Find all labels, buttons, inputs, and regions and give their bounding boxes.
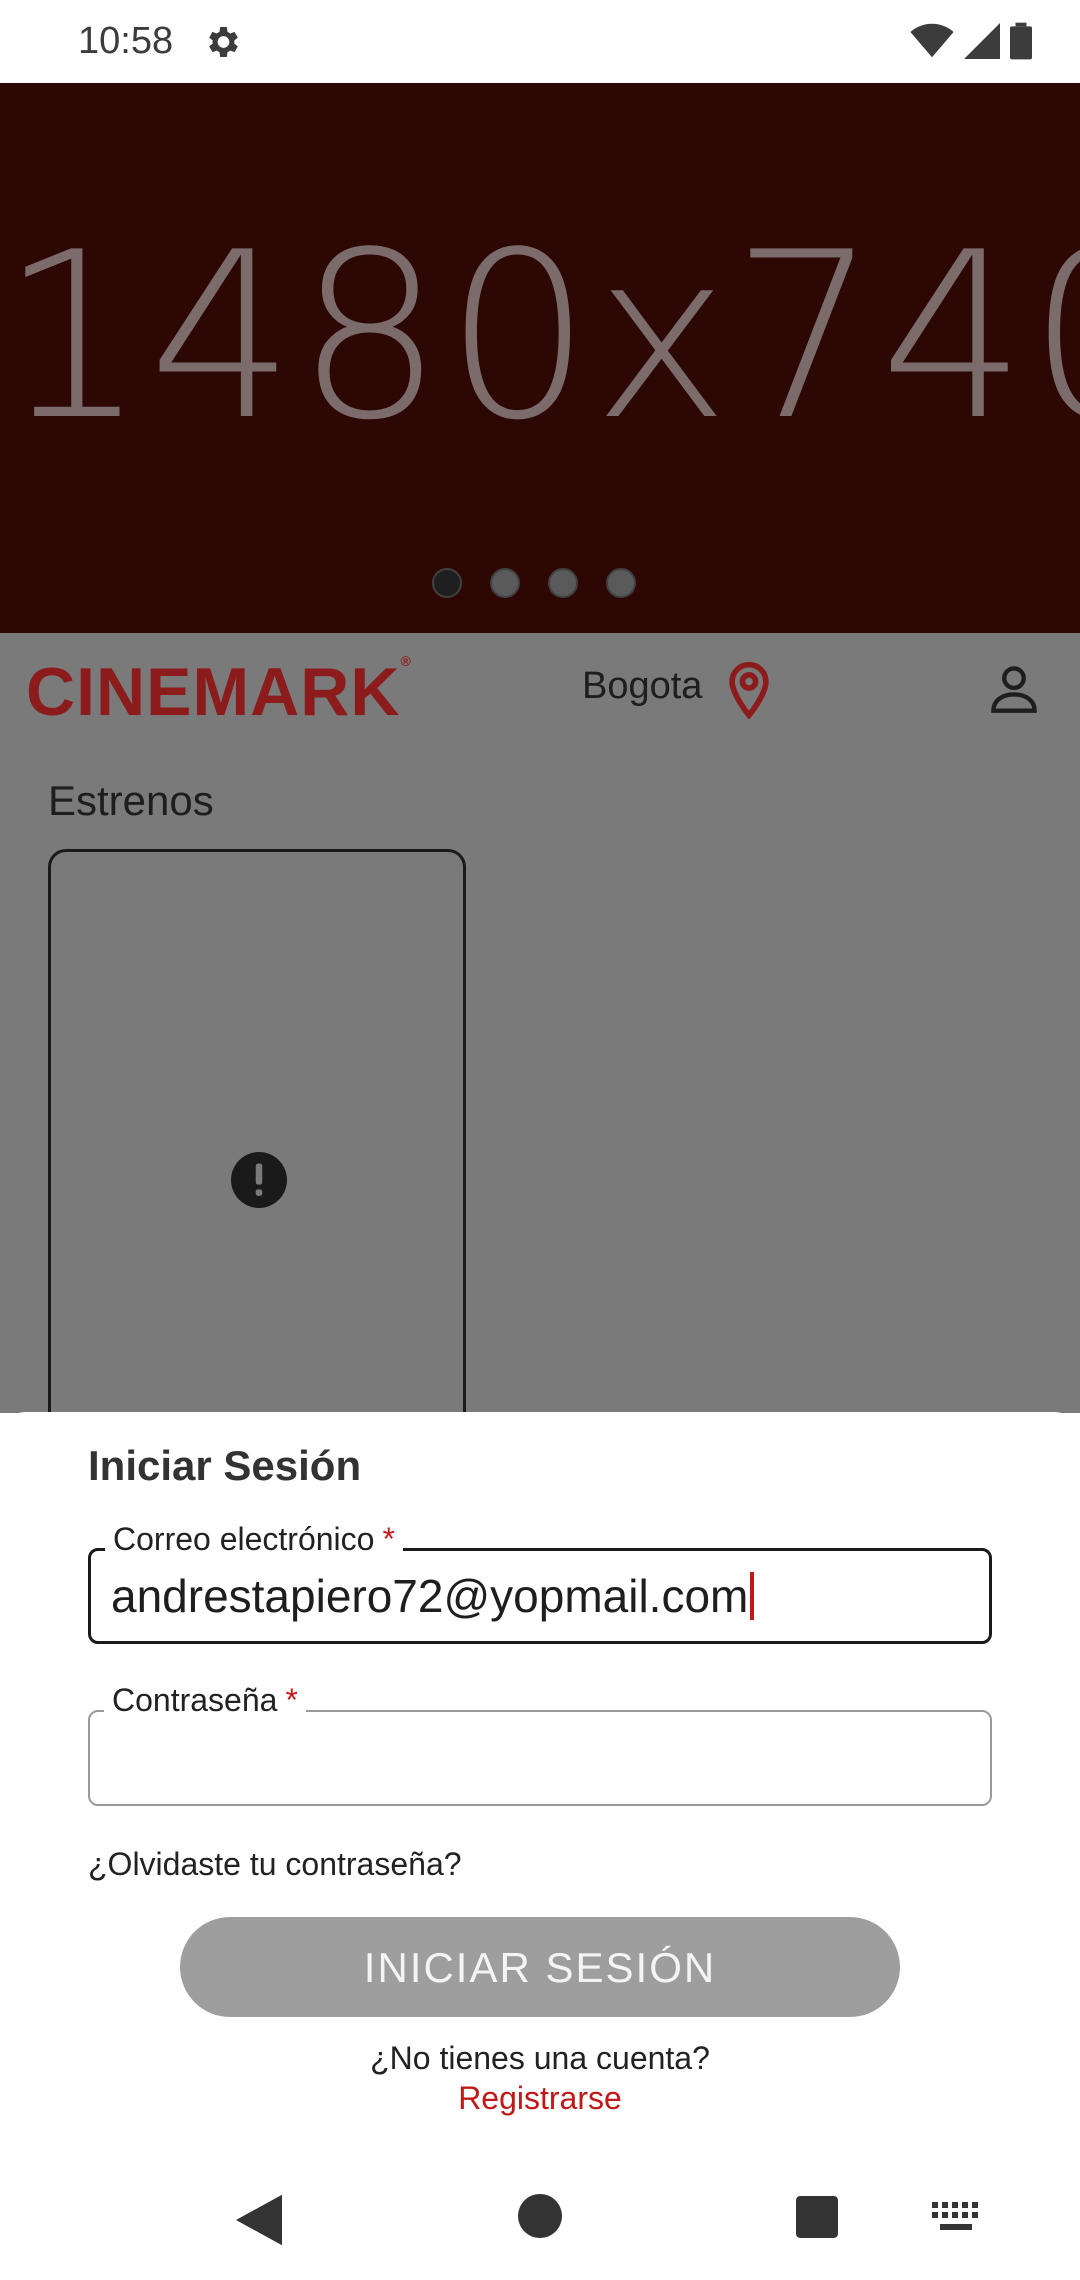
signal-icon <box>964 23 1000 59</box>
location-pin-icon[interactable] <box>726 659 772 724</box>
password-field[interactable]: Contraseña * <box>88 1682 992 1806</box>
email-value: andrestapiero72@yopmail.com <box>111 1570 749 1622</box>
user-icon[interactable] <box>988 663 1040 720</box>
required-mark: * <box>382 1521 395 1557</box>
system-nav-bar <box>0 2160 1080 2280</box>
email-label: Correo electrónico * <box>105 1521 403 1558</box>
register-link[interactable]: Registrarse <box>0 2080 1080 2117</box>
required-mark: * <box>285 1682 298 1718</box>
password-label-text: Contraseña <box>112 1682 278 1718</box>
status-bar: 10:58 <box>0 0 1080 83</box>
back-icon[interactable] <box>236 2194 282 2251</box>
no-account-text: ¿No tienes una cuenta? <box>370 2040 710 2076</box>
carousel-indicator <box>432 568 636 598</box>
logo-text: CINEMARK <box>26 654 401 730</box>
city-selector[interactable]: Bogota <box>582 665 702 708</box>
gear-icon <box>202 22 242 62</box>
movie-poster-card[interactable] <box>48 849 466 1449</box>
carousel-dot-2[interactable] <box>490 568 520 598</box>
home-icon[interactable] <box>518 2194 562 2243</box>
email-label-text: Correo electrónico <box>113 1521 375 1557</box>
registered-mark: ® <box>400 653 412 669</box>
email-field[interactable]: Correo electrónico * andrestapiero72@yopm… <box>88 1521 992 1644</box>
main-content: Estrenos <box>0 773 1080 1449</box>
password-label: Contraseña * <box>104 1682 306 1719</box>
section-title: Estrenos <box>48 777 214 824</box>
cinemark-logo[interactable]: CINEMARK® <box>26 653 412 731</box>
email-input[interactable]: andrestapiero72@yopmail.com <box>111 1569 755 1623</box>
banner-placeholder-text: 1480x740 <box>0 204 1080 471</box>
forgot-password-link[interactable]: ¿Olvidaste tu contraseña? <box>88 1846 462 1883</box>
recents-icon[interactable] <box>796 2196 838 2243</box>
warning-icon <box>231 1152 287 1213</box>
carousel-dot-3[interactable] <box>548 568 578 598</box>
sheet-title: Iniciar Sesión <box>88 1442 362 1489</box>
login-button[interactable]: INICIAR SESIÓN <box>180 1917 900 2017</box>
app-bar: CINEMARK® Bogota <box>0 633 1080 773</box>
carousel-dot-1[interactable] <box>432 568 462 598</box>
text-cursor <box>750 1572 755 1620</box>
battery-icon <box>1010 22 1032 60</box>
wifi-icon <box>910 23 954 59</box>
keyboard-icon[interactable] <box>932 2202 980 2239</box>
carousel-dot-4[interactable] <box>606 568 636 598</box>
login-bottom-sheet: Iniciar Sesión Correo electrónico * andre… <box>0 1412 1080 2280</box>
status-time: 10:58 <box>78 20 174 62</box>
banner-carousel[interactable]: 1480x740 <box>0 83 1080 633</box>
